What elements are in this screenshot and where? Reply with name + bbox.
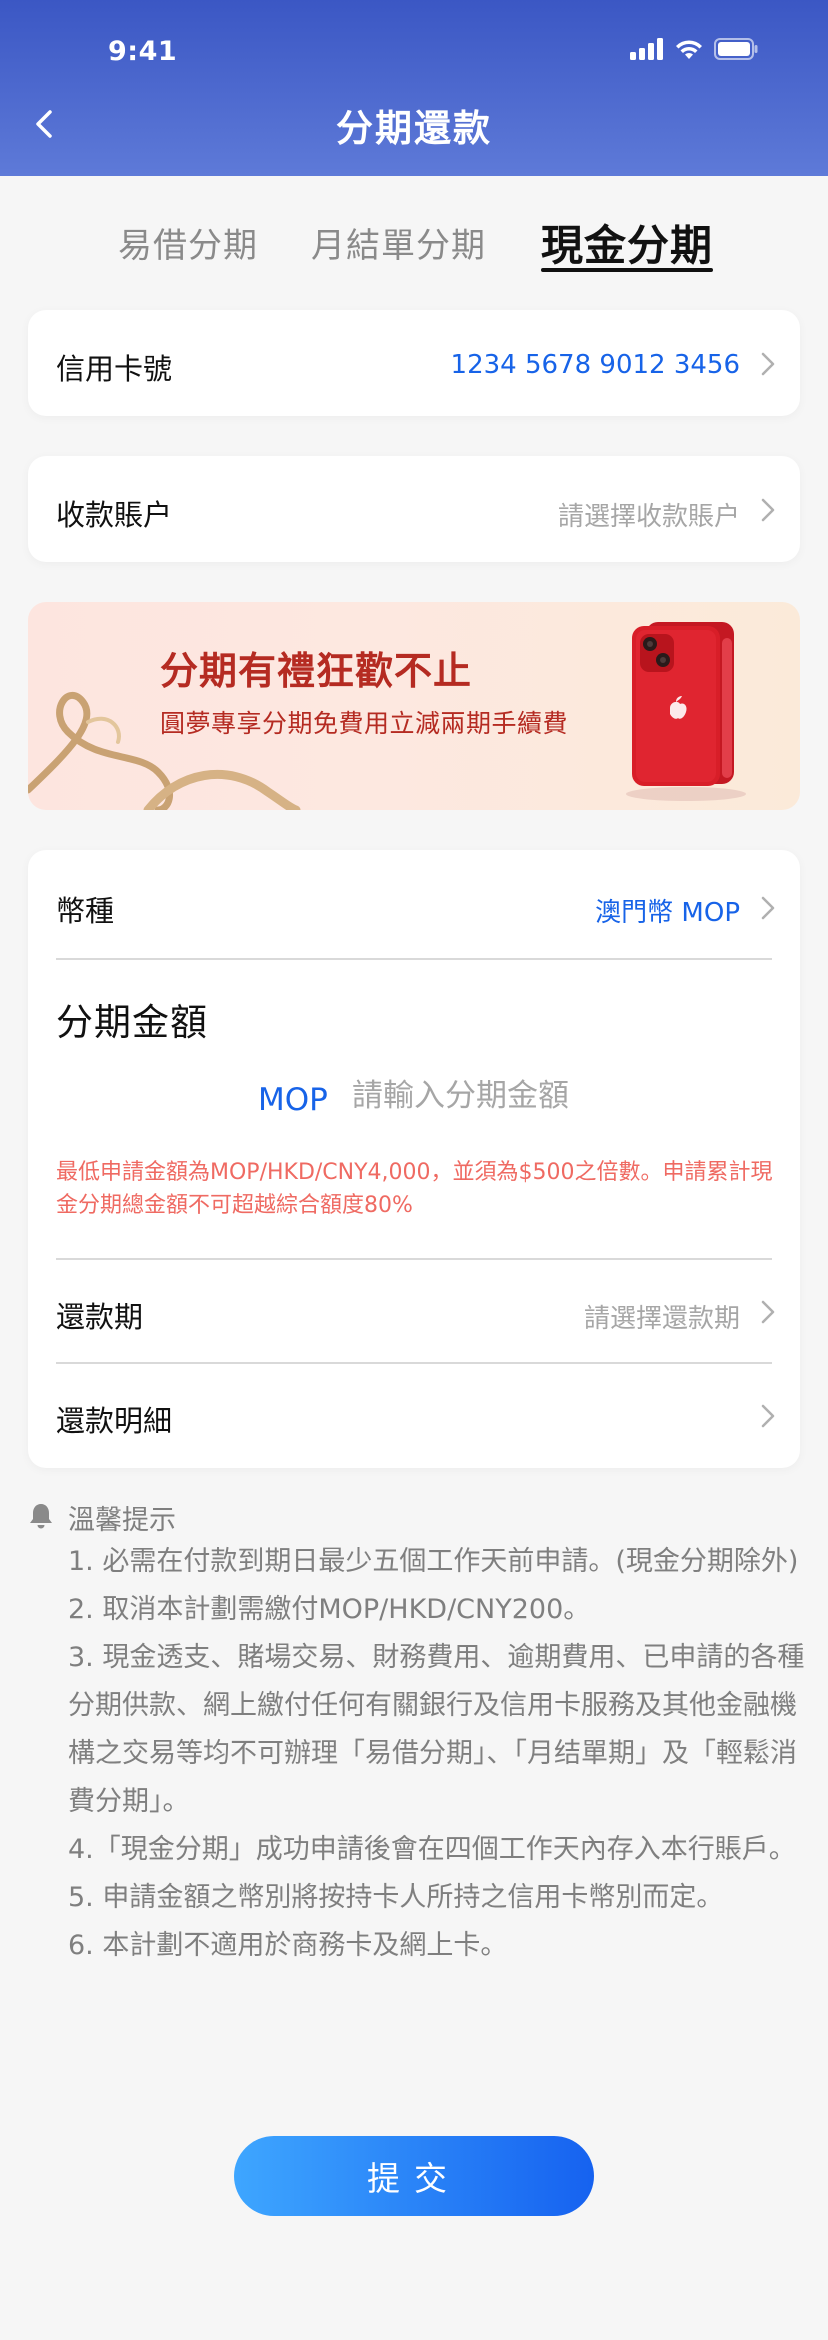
tip-item: 3. 現金透支、賭場交易、財務費用、逾期費用、已申請的各種分期供款、網上繳付任何… (68, 1642, 805, 1817)
currency-row[interactable]: 幣種 澳門幣 MOP (28, 850, 800, 956)
tip-item: 2. 取消本計劃需繳付MOP/HKD/CNY200。 (68, 1594, 591, 1625)
tip-item: 6. 本計劃不適用於商務卡及網上卡。 (68, 1930, 508, 1961)
phone-illustration (626, 622, 746, 801)
wifi-icon (676, 40, 702, 59)
card-number-row[interactable]: 信用卡號 1234 5678 9012 3456 (28, 310, 800, 416)
chevron-right-icon (761, 1300, 775, 1324)
receiving-account-row[interactable]: 收款賬户 請選擇收款賬户 (28, 456, 800, 562)
amount-title: 分期金額 (56, 1001, 208, 1044)
submit-button[interactable]: 提交 (234, 2136, 594, 2216)
installment-form: 幣種 澳門幣 MOP 分期金額 MOP 最低申請金額為MOP/HKD/CNY4,… (28, 850, 800, 1468)
tips-list: 1. 必需在付款到期日最少五個工作天前申請。(現金分期除外) 2. 取消本計劃需… (68, 1538, 812, 1970)
installment-tabs: 易借分期 月結單分期 現金分期 (0, 208, 828, 278)
active-tab-indicator (541, 268, 713, 272)
currency-value: 澳門幣 MOP (595, 898, 740, 928)
tips-title: 溫馨提示 (68, 1505, 176, 1536)
tip-item: 4.「現金分期」成功申請後會在四個工作天內存入本行賬戶。 (68, 1834, 796, 1865)
tab-cash[interactable]: 現金分期 (541, 212, 713, 273)
app-header: 9:41 分期還款 (0, 0, 828, 176)
tab-easy-loan[interactable]: 易借分期 (118, 218, 258, 267)
status-time: 9:41 (108, 36, 178, 67)
battery-icon (714, 38, 758, 60)
amount-note: 最低申請金額為MOP/HKD/CNY4,000，並須為$500之倍數。申請累計現… (56, 1160, 773, 1218)
tip-item: 1. 必需在付款到期日最少五個工作天前申請。(現金分期除外) (68, 1546, 799, 1577)
amount-input[interactable] (352, 1078, 692, 1114)
divider (56, 958, 772, 960)
tab-statement[interactable]: 月結單分期 (311, 218, 486, 267)
receiving-account-placeholder: 請選擇收款賬户 (557, 502, 740, 532)
receiving-account-label: 收款賬户 (56, 498, 173, 532)
repayment-term-row[interactable]: 還款期 請選擇還款期 (28, 1260, 800, 1362)
repayment-term-placeholder: 請選擇還款期 (583, 1304, 740, 1334)
status-icons (630, 38, 758, 60)
amount-currency: MOP (258, 1082, 328, 1118)
card-number-label: 信用卡號 (56, 352, 173, 386)
banner-subtitle: 圓夢專享分期免費用立減兩期手續費 (160, 709, 569, 738)
page-title: 分期還款 (336, 107, 492, 150)
chevron-right-icon (761, 1404, 775, 1428)
repayment-detail-label: 還款明細 (56, 1404, 173, 1438)
tip-item: 5. 申請金額之幣別將按持卡人所持之信用卡幣別而定。 (68, 1882, 724, 1913)
bell-icon (30, 1504, 52, 1529)
repayment-term-label: 還款期 (56, 1300, 144, 1334)
chevron-right-icon (761, 896, 775, 920)
repayment-detail-row[interactable]: 還款明細 (28, 1364, 800, 1468)
banner-title: 分期有禮狂歡不止 (160, 649, 473, 693)
chevron-right-icon (761, 498, 775, 522)
signal-icon (630, 38, 663, 60)
card-number-value: 1234 5678 9012 3456 (450, 350, 740, 380)
chevron-right-icon (761, 352, 775, 376)
promo-banner[interactable]: 分期有禮狂歡不止 圓夢專享分期免費用立減兩期手續費 (28, 602, 800, 810)
currency-label: 幣種 (56, 894, 115, 928)
